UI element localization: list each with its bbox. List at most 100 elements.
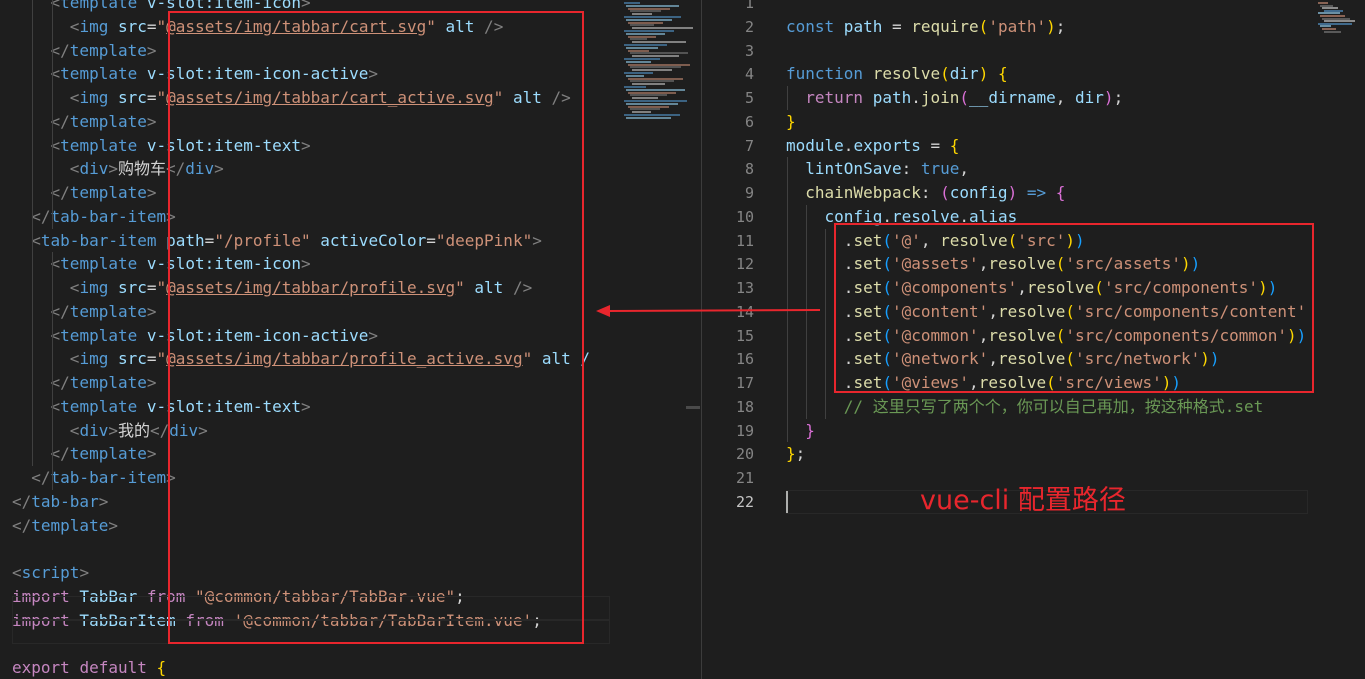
- minimap-line: [630, 38, 647, 41]
- code-token: {: [146, 658, 167, 677]
- minimap-line: [624, 100, 687, 102]
- code-token: template: [60, 254, 138, 274]
- line-number: 5: [744, 89, 754, 107]
- code-token: template: [60, 0, 138, 12]
- code-line[interactable]: </tab-bar-item>: [12, 205, 176, 229]
- code-line[interactable]: </template>: [12, 442, 157, 466]
- code-line[interactable]: function resolve(dir) {: [786, 62, 1008, 86]
- code-token: ;: [1113, 88, 1124, 107]
- code-token: path: [834, 16, 892, 36]
- minimap-line: [624, 86, 646, 88]
- code-token: template: [69, 373, 147, 392]
- line-number: 18: [735, 397, 754, 416]
- code-token: tab-bar-item: [50, 206, 167, 226]
- code-token: >: [146, 111, 157, 131]
- code-line[interactable]: <script>: [12, 561, 89, 585]
- code-token: template: [60, 64, 138, 84]
- code-line[interactable]: </template>: [12, 39, 157, 63]
- code-line[interactable]: </template>: [12, 371, 157, 395]
- code-token: module: [786, 135, 844, 155]
- code-token: template: [69, 40, 147, 60]
- code-line[interactable]: }: [786, 419, 815, 443]
- minimap-line: [632, 13, 652, 16]
- line-number: 1: [744, 0, 754, 12]
- code-line[interactable]: // 这里只写了两个个，你可以自己再加，按这种格式.set: [786, 395, 1263, 419]
- code-token: img: [79, 278, 109, 297]
- code-token: ,: [1055, 88, 1076, 107]
- code-token: src: [108, 349, 147, 369]
- code-token: {: [988, 64, 1008, 84]
- line-number: 12: [735, 255, 754, 274]
- code-token: </: [31, 206, 51, 226]
- code-token: <: [69, 420, 80, 440]
- code-token: div: [79, 159, 109, 179]
- scrollbar-thumb[interactable]: [686, 406, 700, 409]
- code-line[interactable]: module.exports = {: [786, 134, 959, 158]
- code-line[interactable]: </tab-bar>: [12, 490, 108, 514]
- code-token: ;: [1055, 16, 1066, 36]
- code-token: dir: [949, 64, 979, 84]
- line-number: 16: [735, 350, 754, 369]
- code-token: path: [863, 88, 912, 107]
- code-line[interactable]: </template>: [12, 514, 118, 538]
- code-token: </: [50, 183, 70, 202]
- code-line[interactable]: </template>: [12, 300, 157, 324]
- code-token: true: [920, 159, 960, 179]
- code-line[interactable]: const path = require('path');: [786, 15, 1065, 39]
- code-line[interactable]: </template>: [12, 110, 157, 134]
- right-minimap[interactable]: [1308, 0, 1365, 679]
- code-token: >: [146, 444, 157, 464]
- left-minimap[interactable]: [610, 0, 702, 679]
- code-token: =: [146, 16, 157, 36]
- line-number: 9: [744, 184, 754, 202]
- minimap-line: [626, 60, 651, 63]
- code-token: // 这里只写了两个个，你可以自己再加，按这种格式.set: [843, 396, 1264, 416]
- code-token: </: [150, 420, 170, 440]
- minimap-line: [626, 102, 678, 105]
- code-line[interactable]: }: [786, 110, 796, 134]
- code-line[interactable]: chainWebpack: (config) => {: [786, 181, 1065, 205]
- code-line[interactable]: </template>: [12, 181, 157, 205]
- code-token: template: [31, 515, 109, 535]
- code-token: {: [1046, 183, 1066, 202]
- code-token: </: [31, 468, 51, 487]
- code-token: 'path': [988, 16, 1047, 36]
- indent-guide: [787, 86, 788, 110]
- code-token: <: [69, 16, 80, 36]
- minimap-line: [630, 24, 654, 27]
- minimap-line: [630, 108, 660, 111]
- line-number: 13: [735, 279, 754, 297]
- code-token: :: [920, 183, 941, 202]
- code-token: (: [978, 16, 989, 36]
- minimap-line: [632, 83, 665, 86]
- minimap-line: [624, 58, 660, 60]
- minimap-line: [628, 77, 683, 80]
- code-token: =: [891, 16, 912, 36]
- code-line[interactable]: return path.join(__dirname, dir);: [786, 86, 1123, 110]
- code-token: template: [69, 444, 147, 464]
- code-line[interactable]: };: [786, 442, 805, 466]
- code-token: src: [108, 88, 147, 107]
- minimap-line: [628, 91, 676, 94]
- code-line[interactable]: export default {: [12, 656, 166, 679]
- indent-guide: [52, 0, 53, 229]
- line-number: 10: [735, 207, 754, 226]
- minimap-line: [630, 80, 674, 83]
- code-token: </: [50, 301, 70, 321]
- code-token: script: [21, 563, 80, 582]
- minimap-line: [624, 44, 667, 46]
- minimap-line: [630, 52, 688, 55]
- code-token: >: [146, 301, 157, 321]
- minimap-line: [1324, 30, 1341, 33]
- code-line[interactable]: </tab-bar-item>: [12, 466, 176, 490]
- code-token: =: [146, 278, 157, 297]
- code-line[interactable]: lintOnSave: true,: [786, 157, 969, 181]
- code-token: ": [156, 16, 167, 36]
- code-token: .: [911, 88, 921, 107]
- minimap-line: [628, 49, 649, 52]
